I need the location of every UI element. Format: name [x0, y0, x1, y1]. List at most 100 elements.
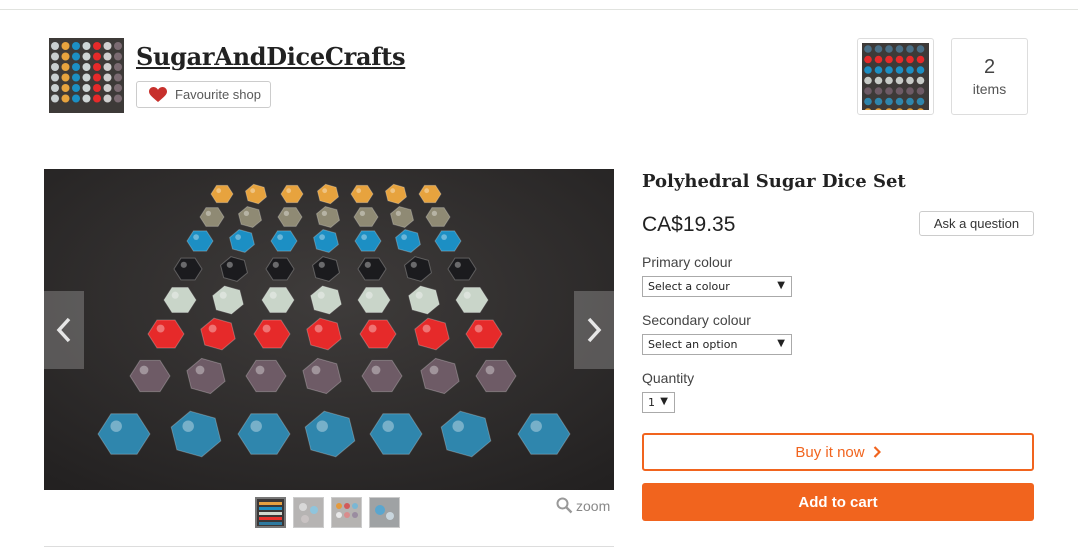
dice-highlight: [424, 188, 430, 194]
dice-dot: [874, 45, 883, 53]
dice-highlight: [530, 420, 542, 432]
add-to-cart-button[interactable]: Add to cart: [642, 483, 1034, 521]
cart-items-label: items: [972, 81, 1007, 97]
dice-dot: [82, 84, 91, 92]
secondary-colour-select[interactable]: Select an option ▼: [642, 334, 792, 355]
dice-dot: [895, 66, 904, 74]
dice-dot: [72, 84, 80, 92]
dice-dot: [895, 97, 904, 106]
dice-dot: [51, 73, 59, 82]
dice-shape: [210, 184, 234, 204]
dice-dot: [916, 87, 925, 95]
dice-dot: [61, 73, 70, 82]
dice-highlight: [226, 261, 233, 268]
dice-highlight: [208, 324, 217, 333]
dice-dot: [61, 42, 70, 50]
dice-highlight: [429, 365, 439, 375]
chevron-left-icon: [56, 317, 71, 343]
dice-dot: [114, 42, 122, 50]
dice-dot: [82, 63, 91, 71]
dice-highlight: [139, 365, 149, 375]
dice-dot: [895, 76, 904, 85]
thumbnail-3[interactable]: [331, 497, 362, 528]
dice-highlight: [371, 365, 381, 375]
dice-dot: [874, 97, 883, 106]
dice-dot: [885, 76, 893, 85]
quantity-select[interactable]: 1 ▼: [642, 392, 675, 413]
dice-highlight: [318, 261, 325, 268]
dice-highlight: [316, 420, 328, 432]
next-image-button[interactable]: [574, 291, 614, 369]
quantity-label: Quantity: [642, 370, 695, 386]
product-main-image[interactable]: [44, 169, 614, 490]
dice-dot: [916, 55, 925, 64]
dice-dot: [885, 45, 893, 53]
dice-dot: [114, 52, 122, 61]
thumbnail-1[interactable]: [255, 497, 286, 528]
dice-highlight: [311, 365, 321, 375]
dice-highlight: [401, 234, 407, 240]
cart-item-thumbnail[interactable]: [857, 38, 934, 115]
dice-highlight: [243, 210, 250, 217]
previous-image-button[interactable]: [44, 291, 84, 369]
primary-colour-value: Select a colour: [648, 280, 730, 293]
shop-name-link[interactable]: SugarAndDiceCrafts: [136, 42, 406, 71]
heart-icon: [149, 86, 167, 102]
dice-dot: [114, 94, 122, 103]
dice-dot: [93, 63, 101, 71]
favourite-shop-button[interactable]: Favourite shop: [136, 81, 271, 108]
dice-highlight: [422, 324, 431, 333]
add-to-cart-label: Add to cart: [798, 493, 878, 511]
dice-dot: [885, 55, 893, 64]
dice-dot: [906, 76, 914, 85]
dice-dot: [906, 97, 914, 106]
dice-dot: [916, 97, 925, 106]
dice-dot: [114, 84, 122, 92]
thumbnail-4[interactable]: [369, 497, 400, 528]
thumbnail-2[interactable]: [293, 497, 324, 528]
dice-highlight: [286, 188, 292, 194]
dice-highlight: [485, 365, 495, 375]
dice-highlight: [365, 291, 373, 299]
dice-highlight: [356, 188, 362, 194]
dice-highlight: [110, 420, 122, 432]
zoom-button[interactable]: zoom: [556, 497, 610, 514]
dice-dot: [93, 84, 101, 92]
dice-highlight: [368, 324, 377, 333]
dice-highlight: [193, 234, 199, 240]
shop-icon-image[interactable]: [49, 38, 124, 113]
dice-dot: [72, 94, 80, 103]
dice-highlight: [255, 365, 265, 375]
dice-dot: [51, 84, 59, 92]
secondary-colour-label: Secondary colour: [642, 312, 751, 328]
buy-it-now-label: Buy it now: [795, 443, 865, 461]
dice-dot: [82, 42, 91, 50]
dice-highlight: [382, 420, 394, 432]
dice-dot: [885, 66, 893, 74]
dice-dot: [72, 52, 80, 61]
dice-dot: [895, 87, 904, 95]
dice-highlight: [317, 291, 325, 299]
dice-dot: [864, 45, 872, 53]
buy-it-now-button[interactable]: Buy it now: [642, 433, 1034, 471]
dice-dot: [864, 76, 872, 85]
dice-dot: [916, 45, 925, 53]
ask-question-button[interactable]: Ask a question: [919, 211, 1034, 236]
dice-shape: [418, 184, 442, 204]
dice-dot: [895, 45, 904, 53]
dice-dot: [72, 63, 80, 71]
product-title: Polyhedral Sugar Dice Set: [642, 171, 906, 192]
dice-dot: [874, 55, 883, 64]
dice-dot: [864, 66, 872, 74]
caret-down-icon: ▼: [777, 338, 785, 349]
cart-items-box[interactable]: 2 items: [951, 38, 1028, 115]
dice-dot: [906, 87, 914, 95]
cart-count: 2: [983, 56, 996, 78]
dice-highlight: [182, 420, 194, 432]
dice-highlight: [272, 261, 279, 268]
caret-down-icon: ▼: [777, 280, 785, 291]
primary-colour-select[interactable]: Select a colour ▼: [642, 276, 792, 297]
dice-dot: [103, 52, 112, 61]
dice-dot: [864, 97, 872, 106]
dice-highlight: [431, 210, 438, 217]
